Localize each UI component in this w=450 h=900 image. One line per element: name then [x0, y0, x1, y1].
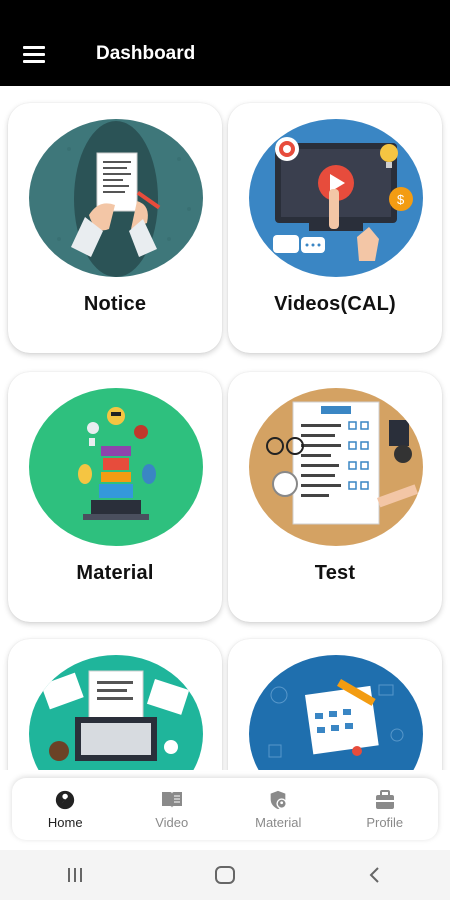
nav-label: Material — [255, 814, 302, 830]
notice-illustration — [29, 119, 203, 277]
test-illustration — [249, 388, 423, 546]
laptop-desk-illustration — [29, 655, 203, 770]
laptop-card[interactable] — [8, 639, 222, 770]
system-navigation-bar — [0, 850, 450, 900]
home-icon[interactable] — [195, 855, 255, 895]
svg-text:$: $ — [397, 192, 405, 207]
notice-card[interactable]: Notice — [8, 103, 222, 353]
dashboard-grid: Notice $ Videos(CAL) Material Test — [0, 86, 450, 770]
nav-material[interactable]: Material — [228, 789, 328, 830]
status-bar — [0, 0, 450, 22]
nav-profile[interactable]: Profile — [335, 789, 435, 830]
nav-label: Profile — [366, 814, 404, 830]
hamburger-menu-icon[interactable] — [14, 34, 54, 74]
test-card[interactable]: Test — [228, 372, 442, 622]
recents-icon[interactable] — [45, 855, 105, 895]
card-label: Material — [76, 562, 154, 584]
card-label: Notice — [83, 293, 147, 315]
nav-label: Home — [47, 814, 83, 830]
video-illustration: $ — [249, 119, 423, 277]
briefcase-icon — [375, 789, 394, 809]
material-illustration — [29, 388, 203, 546]
card-label: Test — [314, 562, 356, 584]
bottom-navigation: Home Video Material Profile — [12, 778, 438, 840]
nav-video[interactable]: Video — [122, 789, 222, 830]
nav-home[interactable]: Home — [15, 789, 115, 830]
back-icon[interactable] — [345, 855, 405, 895]
open-book-icon — [161, 791, 182, 808]
shield-person-icon — [270, 790, 288, 809]
calendar-planner-illustration — [249, 655, 423, 770]
videos-card[interactable]: $ Videos(CAL) — [228, 103, 442, 353]
card-label: Videos(CAL) — [274, 293, 396, 315]
page-title: Dashboard — [96, 43, 196, 64]
material-card[interactable]: Material — [8, 372, 222, 622]
nav-label: Video — [155, 814, 189, 830]
app-bar: Dashboard — [0, 22, 450, 86]
wrench-circle-icon — [56, 790, 75, 809]
calendar-card[interactable] — [228, 639, 442, 770]
